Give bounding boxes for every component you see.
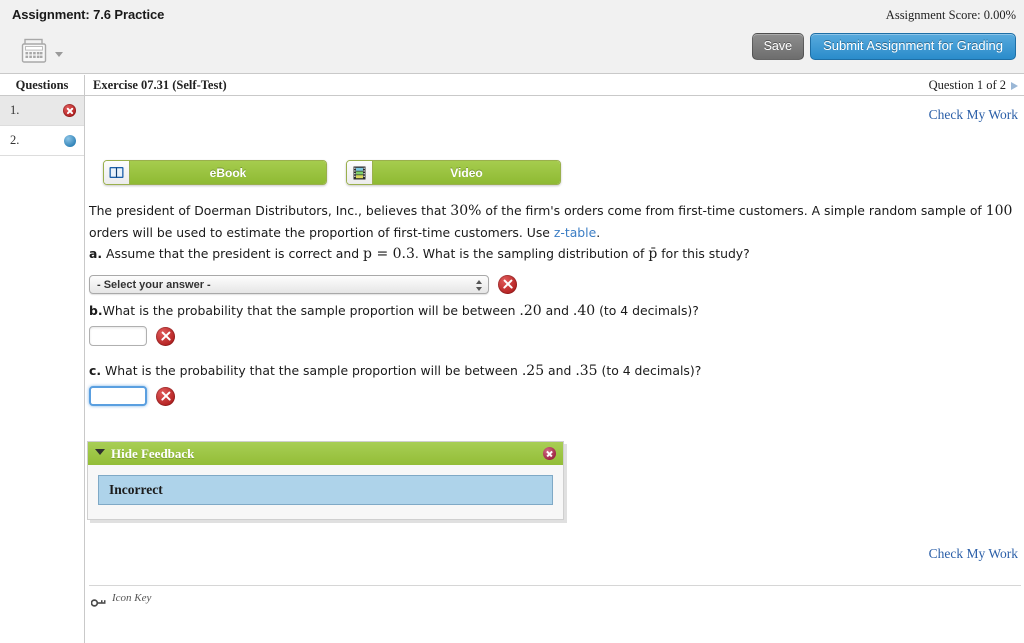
stem-text-2: of the firm's orders come from first-tim… [481,203,986,218]
exercise-header-bar: Exercise 07.31 (Self-Test) Question 1 of… [0,75,1024,96]
icon-key[interactable]: Icon Key [90,592,152,607]
page-title: Assignment: 7.6 Practice [12,7,165,22]
z-table-link[interactable]: z-table [554,225,596,240]
part-a-text-3: for this study? [657,246,750,261]
action-buttons: Save Submit Assignment for Grading [751,33,1016,60]
part-c-answer-input[interactable] [89,386,147,406]
select-spinner-icon[interactable] [475,278,482,293]
part-b-upper: .40 [572,303,596,319]
chevron-down-icon[interactable] [55,52,63,57]
part-b-letter: b. [89,303,103,318]
part-c-answer-row [89,386,175,406]
feedback-panel: Hide Feedback Incorrect [87,441,564,520]
stem-text-1: The president of Doerman Distributors, I… [89,203,451,218]
book-icon [104,161,130,184]
question-part-a: a. Assume that the president is correct … [89,243,1021,265]
caret-down-icon[interactable] [95,448,105,455]
questions-sidebar: Questions 1. 2. [0,75,85,643]
part-c-and: and [544,363,576,378]
divider [89,585,1021,586]
assignment-page: Assignment: 7.6 Practice Assignment Scor… [0,0,1024,643]
red-x-icon [156,386,175,406]
part-c-text-2: (to 4 decimals)? [597,363,702,378]
sidebar-item-label: 2. [10,133,20,147]
sidebar-item-label: 1. [10,103,20,117]
part-a-phat: p̄ [648,246,658,262]
stem-text-4: . [596,225,601,240]
stem-sample-size: 100 [985,203,1013,219]
red-x-icon [63,104,76,117]
ebook-label: eBook [130,161,326,184]
hide-feedback-toggle[interactable]: Hide Feedback [111,446,194,462]
part-b-text-2: (to 4 decimals)? [595,303,699,318]
feedback-message: Incorrect [98,475,553,505]
exercise-title: Exercise 07.31 (Self-Test) [93,78,227,92]
next-question-arrow-icon[interactable] [1011,81,1018,90]
feedback-body: Incorrect [88,465,563,519]
exercise-content: Check My Work eBook Video The president … [86,96,1024,643]
part-b-answer-input[interactable] [89,326,147,346]
sidebar-heading: Questions [0,75,84,96]
part-a-text-1: Assume that the president is correct and [102,246,364,261]
check-my-work-link-top[interactable]: Check My Work [929,107,1018,123]
media-buttons: eBook Video [103,160,561,185]
blue-dot-icon [64,134,76,147]
part-c-upper: .35 [575,363,598,379]
question-navigator[interactable]: Question 1 of 2 [929,78,1018,93]
sidebar-item-question-1[interactable]: 1. [0,96,84,126]
top-bar: Assignment: 7.6 Practice Assignment Scor… [0,0,1024,74]
video-button[interactable]: Video [346,160,561,185]
part-b-answer-row [89,326,175,346]
red-x-icon [156,326,175,346]
part-b-text-1: What is the probability that the sample … [102,303,520,318]
calculator-tool[interactable] [20,38,63,64]
submit-assignment-button[interactable]: Submit Assignment for Grading [810,33,1016,60]
part-b-lower: .20 [519,303,542,319]
calculator-icon[interactable] [20,38,52,64]
select-your-answer-dropdown[interactable]: - Select your answer - [89,275,489,294]
video-label: Video [373,161,560,184]
film-strip-icon [347,161,373,184]
part-a-formula: p = 0.3 [363,246,415,262]
save-button[interactable]: Save [751,33,805,60]
part-c-lower: .25 [521,363,545,379]
part-c-letter: c. [89,363,102,378]
question-part-c: c. What is the probability that the samp… [89,360,1021,382]
ebook-button[interactable]: eBook [103,160,327,185]
check-my-work-link-bottom[interactable]: Check My Work [929,546,1018,562]
part-c-text-1: What is the probability that the sample … [101,363,522,378]
part-a-answer-row: - Select your answer - [89,275,517,294]
assignment-score: Assignment Score: 0.00% [885,8,1016,22]
question-counter: Question 1 of 2 [928,78,1006,92]
part-b-and: and [541,303,573,318]
icon-key-label: Icon Key [112,592,152,604]
part-a-letter: a. [89,246,103,261]
stem-percent: 30% [450,203,482,219]
close-icon[interactable] [543,447,556,460]
key-icon [90,593,106,607]
question-part-b: b.What is the probability that the sampl… [89,300,1021,322]
sidebar-item-question-2[interactable]: 2. [0,126,84,156]
red-x-icon [498,275,517,294]
stem-text-3: orders will be used to estimate the prop… [89,225,554,240]
select-value: - Select your answer - [97,278,211,291]
feedback-header[interactable]: Hide Feedback [88,442,563,465]
question-stem: The president of Doerman Distributors, I… [89,200,1021,243]
part-a-text-2: . What is the sampling distribution of [414,246,649,261]
